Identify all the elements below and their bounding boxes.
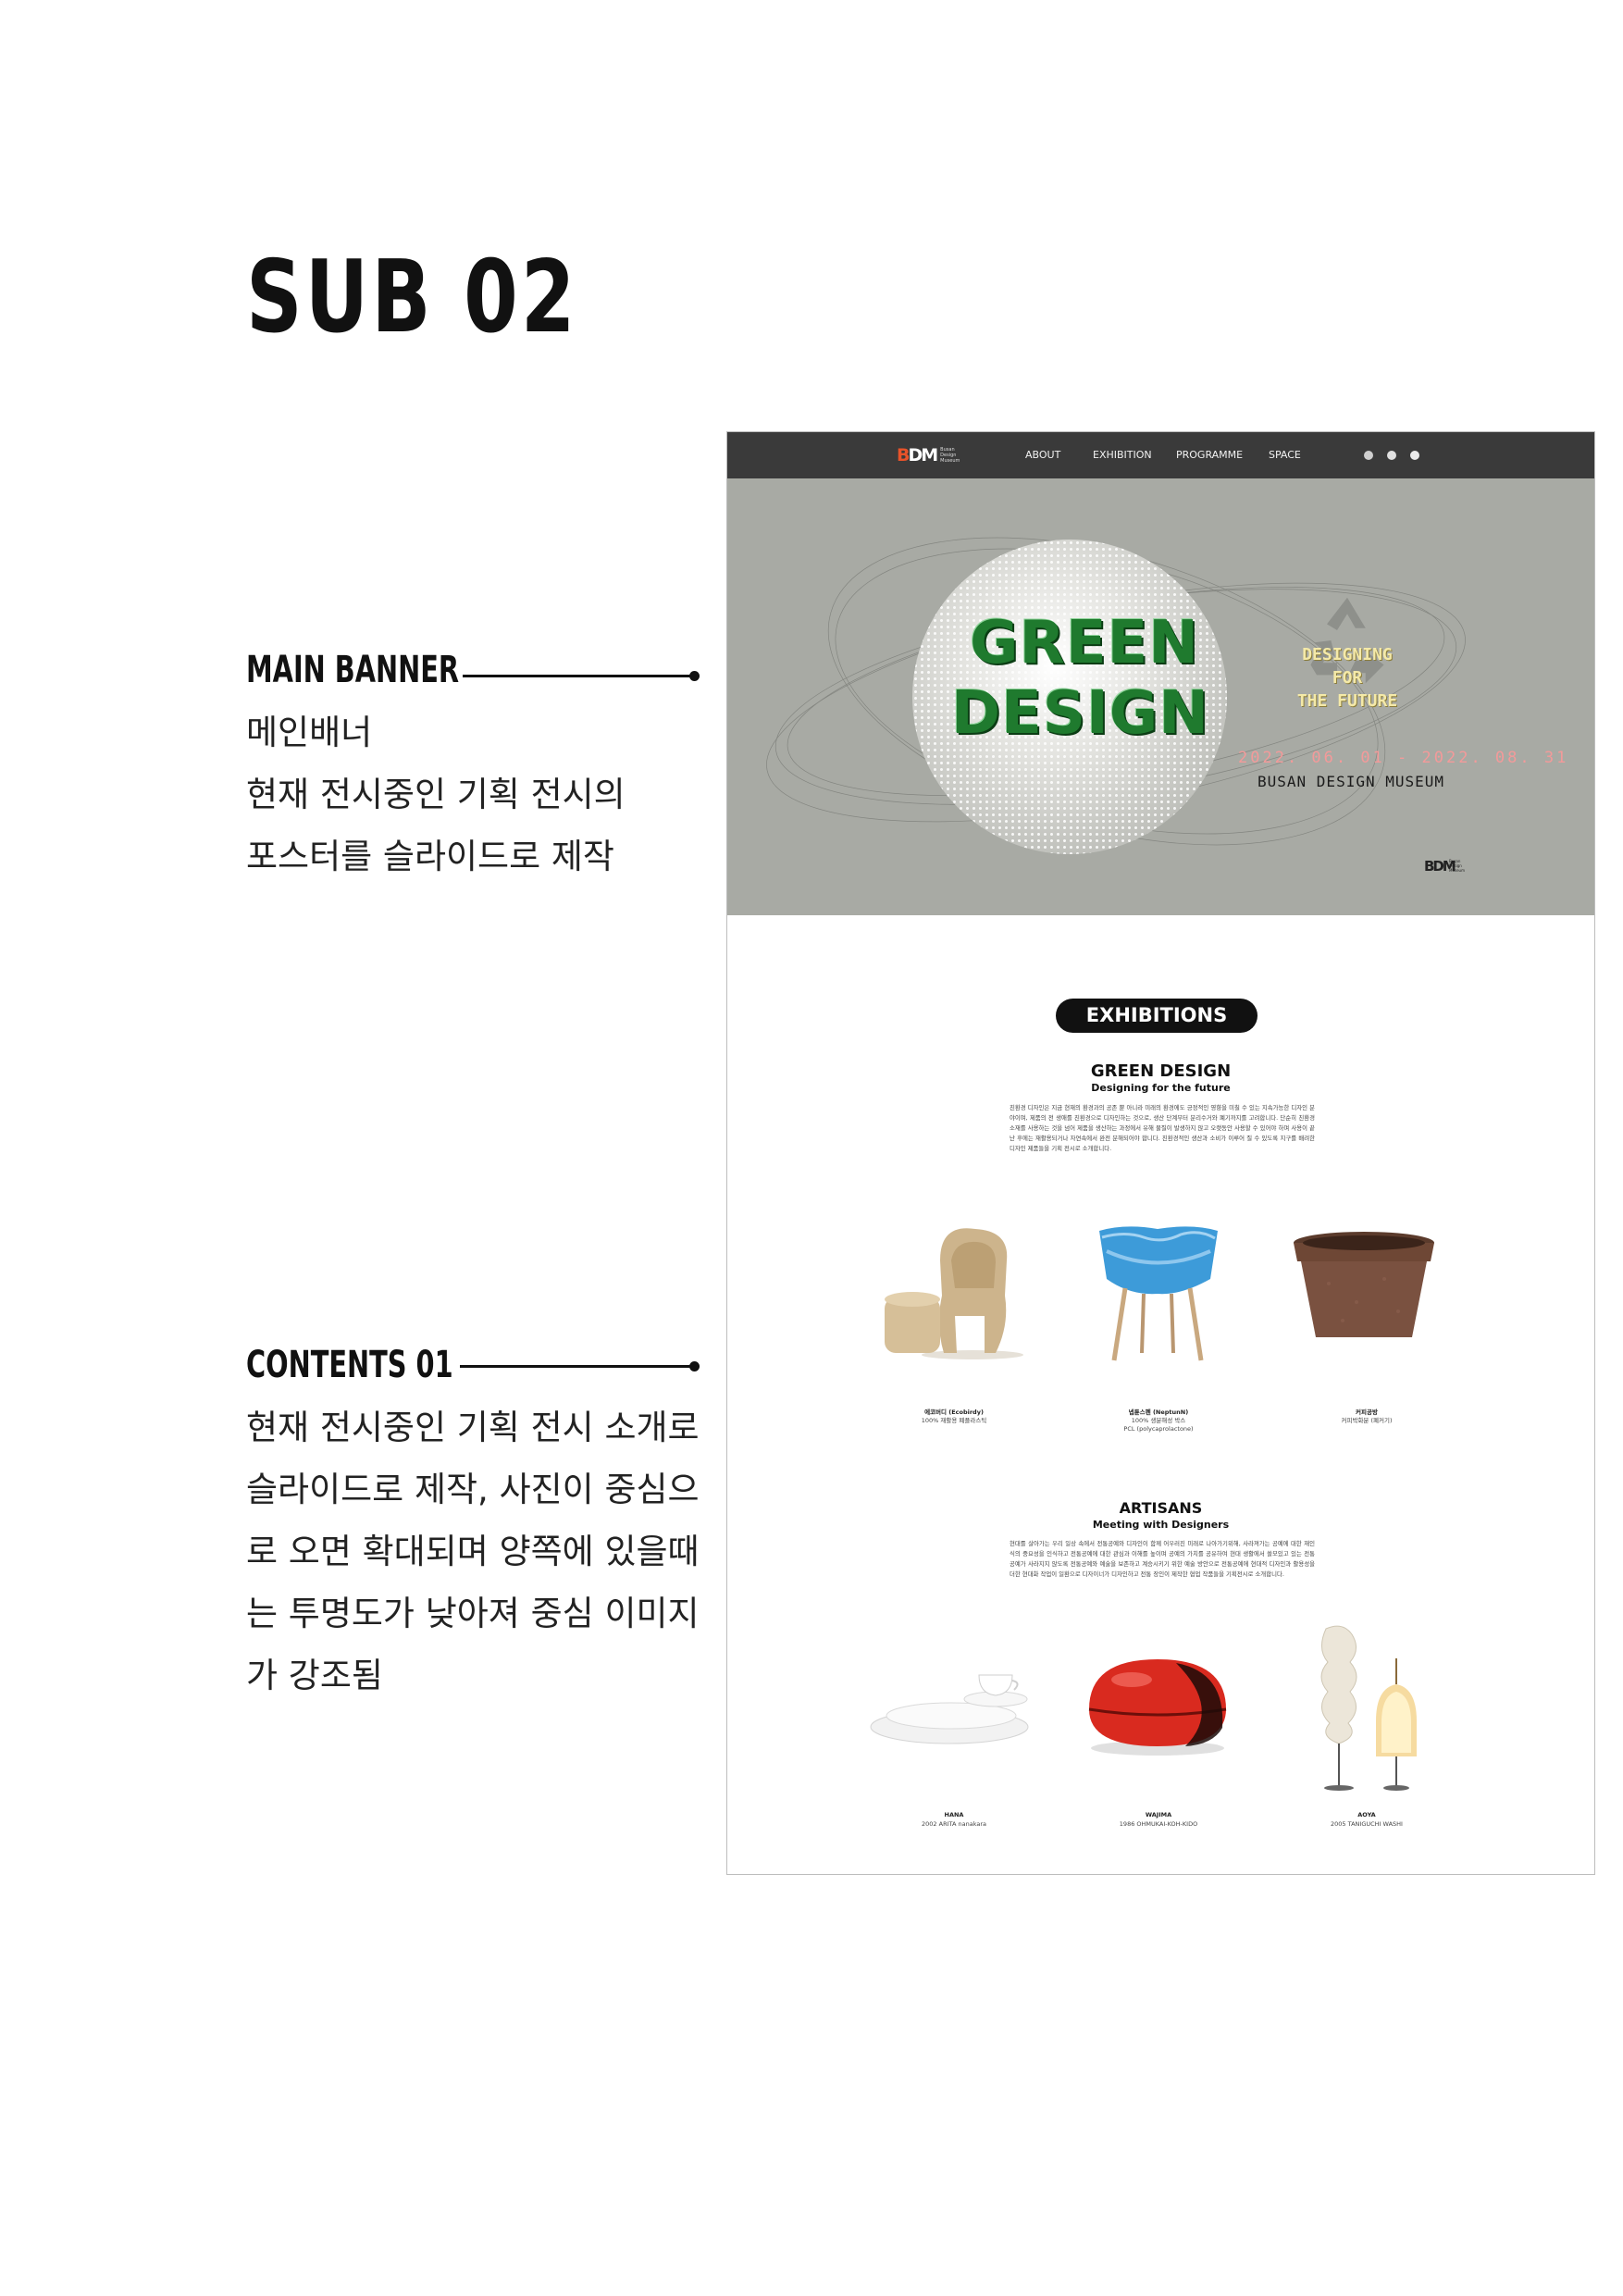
exhibition-title: GREEN DESIGN — [1090, 1061, 1232, 1081]
annotation-line: 현재 전시중인 기획 전시의 — [246, 775, 626, 814]
exhibition-dates: 2022. 06. 01 - 2022. 08. 31 — [1238, 749, 1569, 767]
annotation-title: MAIN BANNER — [246, 649, 460, 691]
product-name: HANA — [944, 1811, 964, 1818]
nav-item-space[interactable]: SPACE — [1269, 449, 1301, 461]
product-description: 커피박화분 (폐커기) — [1341, 1417, 1393, 1424]
product-image-ecobirdy[interactable] — [866, 1223, 1042, 1362]
logo-mark: BDM — [897, 445, 938, 465]
logo-wordmark: Busan Design Museum — [940, 447, 960, 464]
product-image-hana[interactable] — [866, 1668, 1042, 1751]
artisans-subtitle: Meeting with Designers — [1092, 1519, 1230, 1531]
product-description: 2005 TANIGUCHI WASHI — [1331, 1820, 1403, 1828]
annotation-leader-dot — [689, 1361, 700, 1371]
product-description: 2002 ARITA nanakara — [922, 1820, 986, 1828]
annotation-line: 메인배너 — [246, 713, 373, 752]
product-name: 커피공방 — [1356, 1409, 1378, 1416]
annotation-description: 현재 전시중인 기획 전시 소개로 슬라이드로 제작, 사진이 중심으 로 오면… — [246, 1396, 700, 1706]
banner-headline-1: GREEN — [970, 609, 1199, 677]
product-description: 1986 OHMUKAI-KOH-KIDO — [1119, 1820, 1198, 1828]
annotation-line: 는 투명도가 낮아져 중심 이미지 — [246, 1594, 700, 1633]
annotation-title: CONTENTS 01 — [246, 1344, 453, 1386]
product-name: 넵튠스펜 (NeptunN) — [1128, 1409, 1189, 1416]
logo-word: Museum — [940, 458, 960, 464]
banner-tagline-1: DESIGNING — [1302, 645, 1393, 664]
product-image-coffee-pot[interactable] — [1292, 1228, 1440, 1348]
exhibition-description: 친환경 디자인은 지금 현재의 환경과의 공존 뿐 아니라 미래의 환경에도 긍… — [1010, 1104, 1315, 1152]
artisans-description: 현대를 살아가는 우리 일상 속에서 전통공예와 디자인이 함께 어우러진 미래… — [1010, 1540, 1315, 1578]
product-image-neptunn[interactable] — [1088, 1223, 1227, 1362]
product-description: 100% 생분해성 박스 PCL (polycaprolactone) — [1123, 1417, 1194, 1433]
exhibition-venue: BUSAN DESIGN MUSEUM — [1258, 773, 1445, 790]
annotation-line: 로 오면 확대되며 양쪽에 있을때 — [246, 1532, 700, 1571]
museum-logo[interactable]: BDM Busan Design Museum — [897, 445, 960, 465]
main-banner[interactable]: GREEN DESIGN DESIGNING FOR THE FUTURE 20… — [727, 478, 1594, 915]
product-description: 100% 재활용 폐플라스틱 — [921, 1417, 987, 1424]
product-image-wajima[interactable] — [1084, 1654, 1232, 1760]
annotation-leader-dot — [689, 671, 700, 681]
nav-item-programme[interactable]: PROGRAMME — [1176, 449, 1243, 461]
globe-icon[interactable] — [1364, 451, 1373, 460]
banner-headline-2: DESIGN — [951, 679, 1209, 748]
banner-tagline-2: FOR — [1332, 668, 1363, 688]
annotation-leader-line — [463, 675, 694, 677]
exhibitions-pill[interactable]: EXHIBITIONS — [1056, 999, 1258, 1033]
nav-item-about[interactable]: ABOUT — [1025, 449, 1060, 461]
banner-tagline-3: THE FUTURE — [1296, 691, 1398, 711]
logo-word: Museum — [1449, 868, 1465, 873]
annotation-line: 슬라이드로 제작, 사진이 중심으 — [246, 1470, 700, 1509]
website-mockup: BDM Busan Design Museum ABOUT EXHIBITION… — [726, 431, 1595, 1875]
product-name: WAJIMA — [1145, 1811, 1172, 1818]
nav-item-exhibition[interactable]: EXHIBITION — [1093, 449, 1152, 461]
product-name: AOYA — [1357, 1811, 1376, 1818]
product-image-aoya[interactable] — [1306, 1621, 1435, 1793]
nav-bar: BDM Busan Design Museum ABOUT EXHIBITION… — [727, 432, 1594, 478]
circle-icon[interactable] — [1387, 451, 1396, 460]
user-icon[interactable] — [1410, 451, 1419, 460]
annotation-line: 가 강조됨 — [246, 1656, 383, 1695]
banner-logo-wordmark: Busan Design Museum — [1449, 859, 1465, 873]
annotation-line: 포스터를 슬라이드로 제작 — [246, 837, 614, 876]
annotation-leader-line — [460, 1365, 694, 1368]
annotation-main-banner: MAIN BANNER 메인배너 현재 전시중인 기획 전시의 포스터를 슬라이… — [246, 652, 626, 887]
page-title: SUB 02 — [246, 240, 578, 355]
annotation-contents-01: CONTENTS 01 현재 전시중인 기획 전시 소개로 슬라이드로 제작, … — [246, 1347, 700, 1706]
annotation-description: 메인배너 현재 전시중인 기획 전시의 포스터를 슬라이드로 제작 — [246, 701, 626, 887]
annotation-line: 현재 전시중인 기획 전시 소개로 — [246, 1408, 700, 1447]
artisans-title: ARTISANS — [1119, 1499, 1203, 1517]
exhibition-subtitle: Designing for the future — [1091, 1082, 1231, 1094]
product-name: 에코버디 (Ecobirdy) — [924, 1409, 984, 1416]
